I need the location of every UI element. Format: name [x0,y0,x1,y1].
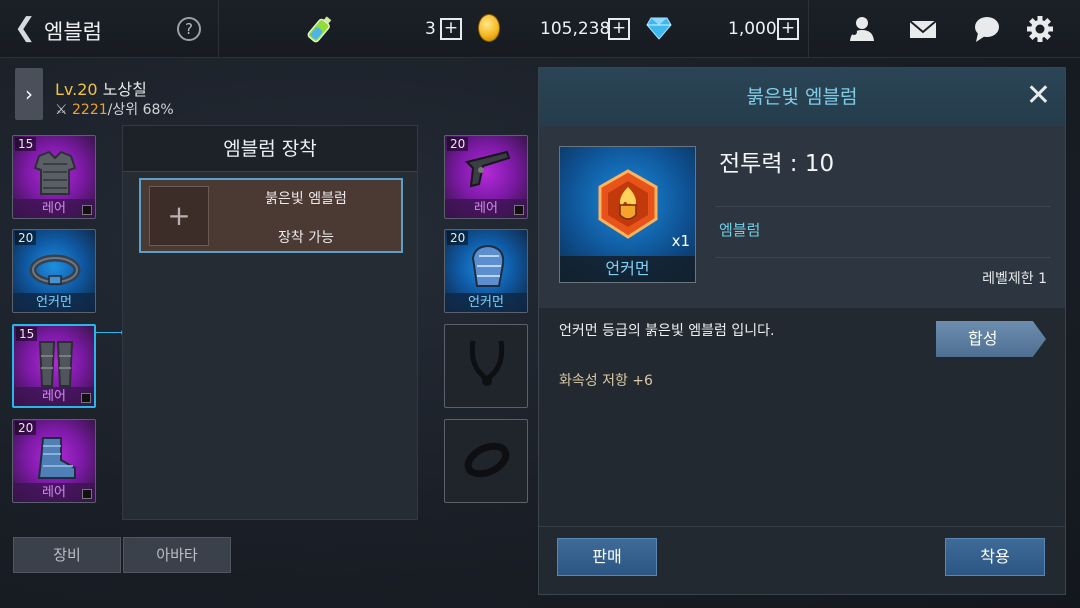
level-label: Lv.20 [55,80,98,99]
equip-slot-necklace[interactable] [444,324,528,408]
page-title: 엠블럼 [44,20,102,44]
emblem-screen: ❮ 엠블럼 ? 3 + 105,238 + 1,000 + › Lv.20 노상… [0,0,1080,608]
equip-slot-ring[interactable] [444,419,528,503]
divider [715,206,1051,207]
glove-icon [471,244,505,287]
red-emblem-icon [598,169,658,239]
equip-slot-belt[interactable]: 20 언커먼 [12,229,96,313]
item-detail-panel: 붉은빛 엠블럼 ✕ x1 언커먼 전투력 : 10 엠블럼 레벨제한 1 언커먼… [538,67,1066,595]
gold-count: 105,238 [540,19,611,39]
emblem-equip-title: 엠블럼 장착 [123,126,417,172]
emblem-equip-panel: 엠블럼 장착 + 붉은빛 엠블럼 장착 가능 [122,125,418,520]
divider [808,0,809,58]
sell-button[interactable]: 판매 [557,538,657,576]
item-stat: 화속성 저항 +6 [559,373,653,389]
slot-check [82,489,92,499]
equip-slot-legs[interactable]: 15 레어 [12,324,96,408]
combat-power: ⚔ 2221/상위 68% [55,99,174,119]
selection-connector [96,332,124,333]
profile-expand-button[interactable]: › [15,68,43,120]
leg-armor-icon [38,341,74,387]
equip-slot-boots[interactable]: 20 레어 [12,419,96,503]
power-rank: /상위 68% [107,102,174,118]
gold-coin-icon [478,14,500,42]
detail-summary: x1 언커먼 전투력 : 10 엠블럼 레벨제한 1 [539,126,1065,308]
synthesize-button[interactable]: 합성 [936,321,1046,357]
equip-slot-gloves[interactable]: 20 언커먼 [444,229,528,313]
top-bar: ❮ 엠블럼 ? 3 + 105,238 + 1,000 + [0,0,1080,58]
chat-icon[interactable] [972,14,1002,44]
armor-icon [33,150,77,195]
ring-icon [464,442,510,478]
potion-count: 3 [425,19,436,39]
slot-check [81,393,91,403]
necklace-icon [469,340,505,386]
plus-icon[interactable]: + [777,18,799,40]
level-requirement: 레벨제한 1 [982,271,1047,287]
power-value: 2221 [72,102,108,118]
settings-icon[interactable] [1025,14,1055,44]
close-icon[interactable]: ✕ [1026,81,1051,111]
detail-title: 붉은빛 엠블럼 [539,68,1065,126]
friends-icon[interactable] [846,14,876,44]
potion-icon [307,16,332,43]
item-quantity: x1 [671,232,690,250]
belt-icon [29,254,81,286]
tab-avatar[interactable]: 아바타 [123,537,231,573]
pistol-icon [465,150,511,188]
plus-icon[interactable]: + [440,18,462,40]
item-rank: 언커먼 [560,256,695,282]
swords-icon: ⚔ [55,102,68,118]
item-icon-frame: x1 언커먼 [559,146,696,283]
equip-button[interactable]: 착용 [945,538,1045,576]
slot-check [514,205,524,215]
item-description: 언커먼 등급의 붉은빛 엠블럼 입니다. [559,323,775,339]
tab-equipment[interactable]: 장비 [13,537,121,573]
back-icon[interactable]: ❮ [14,14,36,42]
divider [539,526,1065,527]
slot-check [82,205,92,215]
help-icon[interactable]: ? [177,17,201,41]
divider [218,0,219,58]
equip-slot-armor[interactable]: 15 레어 [12,135,96,219]
divider [715,257,1051,258]
mail-icon[interactable] [908,14,938,44]
emblem-slot-name: 붉은빛 엠블럼 [265,191,347,207]
equip-slot-weapon[interactable]: 20 레어 [444,135,528,219]
item-power: 전투력 : 10 [719,151,835,177]
item-category: 엠블럼 [719,221,761,239]
player-level: Lv.20 노상칠 [55,76,147,100]
emblem-slot[interactable]: + 붉은빛 엠블럼 장착 가능 [139,178,403,253]
add-emblem-plus[interactable]: + [149,186,209,246]
emblem-slot-state: 장착 가능 [278,230,334,246]
player-name: 노상칠 [102,80,147,99]
slot-rank: 언커먼 [13,293,95,312]
diamond-count: 1,000 [728,19,777,39]
plus-icon[interactable]: + [608,18,630,40]
slot-rank: 언커먼 [445,293,527,312]
boots-icon [37,437,76,479]
diamond-icon [646,17,672,40]
